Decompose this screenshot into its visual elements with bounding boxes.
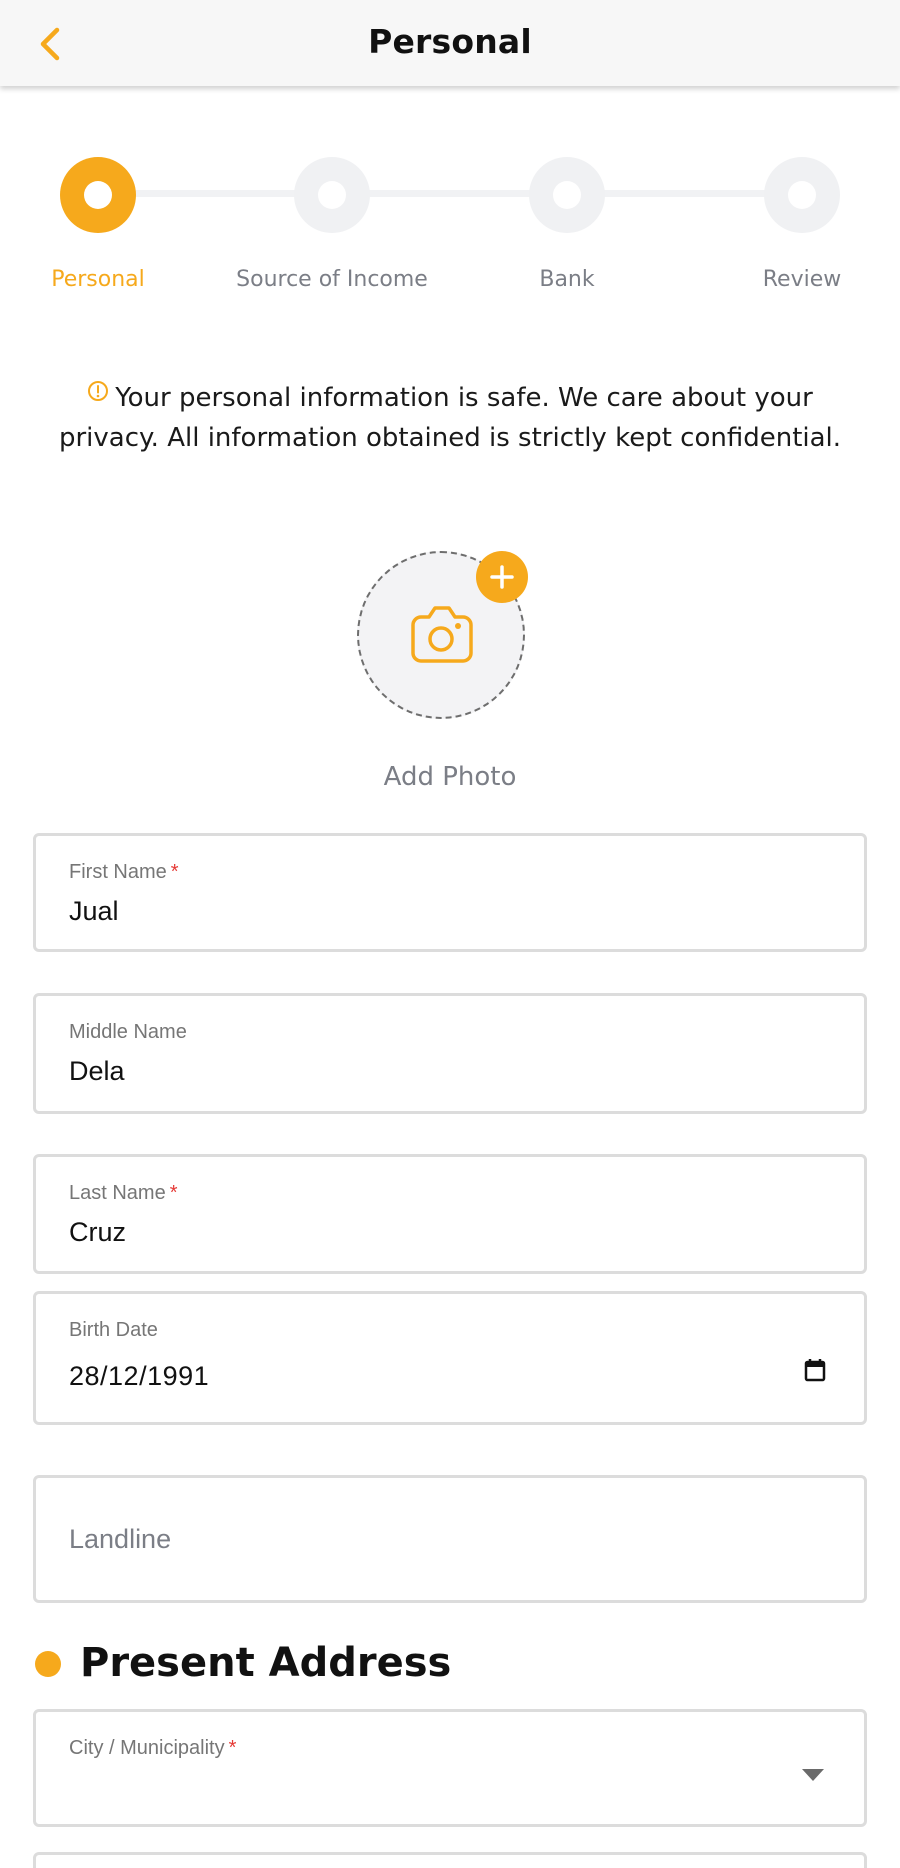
dropdown-arrow-icon[interactable] xyxy=(802,1769,824,1781)
first-name-label: First Name * xyxy=(69,861,179,884)
calendar-icon[interactable] xyxy=(804,1358,826,1382)
birth-date-label: Birth Date xyxy=(69,1319,158,1341)
first-name-label-text: First Name xyxy=(69,861,167,883)
required-marker: * xyxy=(228,1737,237,1759)
stepper-track xyxy=(98,190,802,197)
first-name-field[interactable]: First Name * Jual xyxy=(33,833,867,952)
first-name-value[interactable]: Jual xyxy=(69,896,769,927)
app-header: Personal xyxy=(0,0,900,86)
required-marker: * xyxy=(169,1182,178,1204)
middle-name-label: Middle Name xyxy=(69,1021,187,1043)
city-municipality-label-text: City / Municipality xyxy=(69,1737,225,1759)
city-municipality-label: City / Municipality * xyxy=(69,1737,236,1760)
landline-placeholder: Landline xyxy=(69,1524,172,1554)
add-photo-label: Add Photo xyxy=(383,762,517,792)
privacy-notice-text: Your personal information is safe. We ca… xyxy=(58,383,842,453)
privacy-notice: Your personal information is safe. We ca… xyxy=(40,378,860,458)
step-indicator xyxy=(764,157,840,233)
page: Personal Personal Source of Income Bank … xyxy=(0,0,900,1868)
last-name-field[interactable]: Last Name * Cruz xyxy=(33,1154,867,1274)
step-label: Personal xyxy=(51,267,145,292)
step-label: Source of Income xyxy=(236,267,428,292)
landline-field[interactable]: Landline xyxy=(33,1475,867,1603)
birth-date-value[interactable]: 28/12/1991 xyxy=(69,1361,769,1392)
plus-icon xyxy=(490,565,514,589)
page-title: Personal xyxy=(368,22,532,61)
city-municipality-select[interactable]: City / Municipality * xyxy=(33,1709,867,1827)
info-icon xyxy=(88,381,109,401)
last-name-label-text: Last Name xyxy=(69,1182,166,1204)
required-marker: * xyxy=(170,861,179,883)
step-bank[interactable]: Bank xyxy=(467,157,667,292)
step-label: Review xyxy=(762,267,842,292)
present-address-heading: Present Address xyxy=(80,1640,452,1686)
step-review[interactable]: Review xyxy=(702,157,900,292)
add-photo-plus-button[interactable] xyxy=(476,551,528,603)
step-indicator xyxy=(294,157,370,233)
middle-name-field[interactable]: Middle Name Dela xyxy=(33,993,867,1114)
step-label: Bank xyxy=(539,267,595,292)
last-name-label: Last Name * xyxy=(69,1182,178,1205)
camera-icon xyxy=(411,606,473,663)
step-personal[interactable]: Personal xyxy=(0,157,198,292)
last-name-value[interactable]: Cruz xyxy=(69,1217,769,1248)
birth-date-field[interactable]: Birth Date 28/12/1991 xyxy=(33,1291,867,1425)
step-indicator xyxy=(529,157,605,233)
middle-name-value[interactable]: Dela xyxy=(69,1056,769,1087)
step-source-of-income[interactable]: Source of Income xyxy=(232,157,432,292)
section-bullet xyxy=(35,1651,61,1677)
next-address-field[interactable] xyxy=(33,1852,867,1868)
step-indicator xyxy=(60,157,136,233)
